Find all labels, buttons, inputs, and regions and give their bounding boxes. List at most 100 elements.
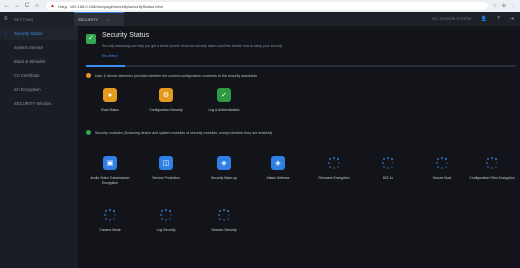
shield-icon: ✓ (217, 88, 231, 102)
spinner-dot (105, 210, 108, 213)
page-title: Security Status (102, 32, 150, 39)
card-log-security[interactable]: Log Security (138, 208, 194, 233)
spinner-dot (496, 162, 498, 164)
spinner-dot (160, 214, 162, 216)
section-label: User & device detection provides whether… (95, 73, 258, 78)
video-icon: ▣ (103, 156, 117, 170)
spinner-dot (333, 157, 335, 159)
card-config-file-encryption[interactable]: Configuration Files Encryption (464, 156, 520, 181)
sidebar-item-ca-certificate[interactable]: CA Certificate (0, 68, 78, 82)
card-label: Audio Video Transmission Encryption (90, 176, 130, 185)
tab-label: SECURITY (78, 17, 99, 22)
main-content: ✓ Security Status Security assessing can… (78, 26, 520, 268)
card-label: Firmware Encryption (318, 176, 350, 180)
star-icon[interactable]: ☆ (492, 3, 496, 9)
spinner-dot (387, 167, 389, 169)
card-service-protection[interactable]: ◫ Service Protection (138, 156, 194, 181)
spinner-dot (105, 217, 108, 220)
spinner-dot (446, 162, 448, 164)
spinner-dot (168, 210, 171, 213)
sidebar-item-black-whitelist[interactable]: Black & Whitelist (0, 54, 78, 68)
card-log-authentication[interactable]: ✓ Log & Authentication (196, 88, 252, 113)
sidebar-item-label: Ich Encryption (14, 86, 41, 92)
card-label: Log & Authentication (208, 108, 240, 112)
sidebar-item-encryption[interactable]: Ich Encryption (0, 82, 78, 96)
gear-icon: ⚙ (159, 88, 173, 102)
loading-icon (217, 208, 231, 222)
spinner-dot (165, 209, 167, 211)
address-bar[interactable]: ▲ Нэтд 192.168.0.108/doc/page/security/s… (46, 2, 489, 10)
spinner-dot (382, 162, 384, 164)
section-security-modules: Security modules (Scanning device and sy… (86, 130, 272, 135)
loading-icon (159, 208, 173, 222)
spinner-dot (491, 167, 493, 169)
card-security-warnup[interactable]: ◈ Security Warn-up (196, 156, 252, 181)
card-label: Security Warn-up (210, 176, 238, 180)
spinner-dot (328, 162, 330, 164)
monitor-icon: ◫ (159, 156, 173, 170)
card-attack-defense[interactable]: ◈ Attack Defense (250, 156, 306, 181)
sidebar-item-system-service[interactable]: System Service (0, 40, 78, 54)
card-label: Configuration Files Encryption (469, 176, 515, 180)
spinner-dot (228, 214, 230, 216)
app-brand: SETTING (14, 16, 34, 22)
user-icon[interactable]: 👤 (481, 16, 487, 22)
sidebar-item-label: CA Certificate (14, 72, 40, 78)
ok-dot-icon (86, 130, 91, 135)
card-label: Configuration Security (149, 108, 183, 112)
card-secure-boot[interactable]: Secure Boot (414, 156, 470, 181)
forward-icon[interactable]: → (14, 0, 20, 12)
extension-icon[interactable]: ⊕ (502, 3, 506, 9)
spinner-dot (436, 162, 438, 164)
card-firmware-encryption[interactable]: Firmware Encryption (306, 156, 362, 181)
spinner-dot (383, 158, 386, 161)
spinner-dot (333, 167, 335, 169)
help-icon[interactable]: ? (497, 16, 500, 22)
loading-icon (327, 156, 341, 170)
spinner-dot (487, 165, 490, 168)
close-icon[interactable]: × (107, 17, 109, 22)
card-configuration-security[interactable]: ⚙ Configuration Security (138, 88, 194, 113)
logout-icon[interactable]: ⇥ (510, 16, 514, 22)
loading-icon (103, 208, 117, 222)
home-icon[interactable]: ⌂ (34, 0, 40, 12)
tab-security[interactable]: SECURITY × (74, 11, 124, 27)
card-8021x[interactable]: 802.1x (360, 156, 416, 181)
sidebar-item-security-status[interactable]: › Security Status (0, 26, 78, 40)
sidebar: › Security Status System Service Black &… (0, 26, 78, 268)
loading-icon (485, 156, 499, 170)
menu-icon[interactable]: ≡ (4, 16, 14, 22)
spinner-dot (444, 165, 447, 168)
url-text: 192.168.0.108/doc/page/security/security… (69, 3, 163, 9)
warning-dot-icon (86, 73, 91, 78)
spinner-dot (109, 219, 111, 221)
reload-icon[interactable]: C (24, 0, 30, 12)
card-label: Attack Defense (266, 176, 290, 180)
header-right: SEC-SERVERI-SYSTEM 👤 ? ⇥ (432, 16, 514, 22)
spinner-dot (219, 217, 222, 220)
spinner-dot (390, 165, 393, 168)
section-label: Security modules (Scanning device and sy… (95, 130, 273, 135)
back-icon[interactable]: ← (4, 0, 10, 12)
card-av-encryption[interactable]: ▣ Audio Video Transmission Encryption (82, 156, 138, 185)
spinner-dot (441, 167, 443, 169)
spinner-dot (392, 162, 394, 164)
browser-tools: ☆ ⊕ ⋮ (492, 3, 516, 9)
card-session-security[interactable]: Session Security (196, 208, 252, 233)
loading-icon (435, 156, 449, 170)
spinner-dot (441, 157, 443, 159)
card-camera-mode[interactable]: Camera Mode (82, 208, 138, 233)
sidebar-item-security-window[interactable]: SECURITY Window (0, 96, 78, 110)
active-indicator-icon: › (5, 30, 7, 36)
spinner-dot (170, 214, 172, 216)
more-icon[interactable]: ⋮ (511, 3, 516, 9)
spinner-dot (218, 214, 220, 216)
redetect-link[interactable]: Re-detect (102, 54, 118, 58)
spinner-dot (226, 210, 229, 213)
card-label: Log Security (156, 228, 176, 232)
spinner-dot (383, 165, 386, 168)
spinner-dot (336, 158, 339, 161)
card-root-status[interactable]: ● Root Status (82, 88, 138, 113)
spinner-dot (112, 217, 115, 220)
card-label: Service Protection (152, 176, 180, 180)
